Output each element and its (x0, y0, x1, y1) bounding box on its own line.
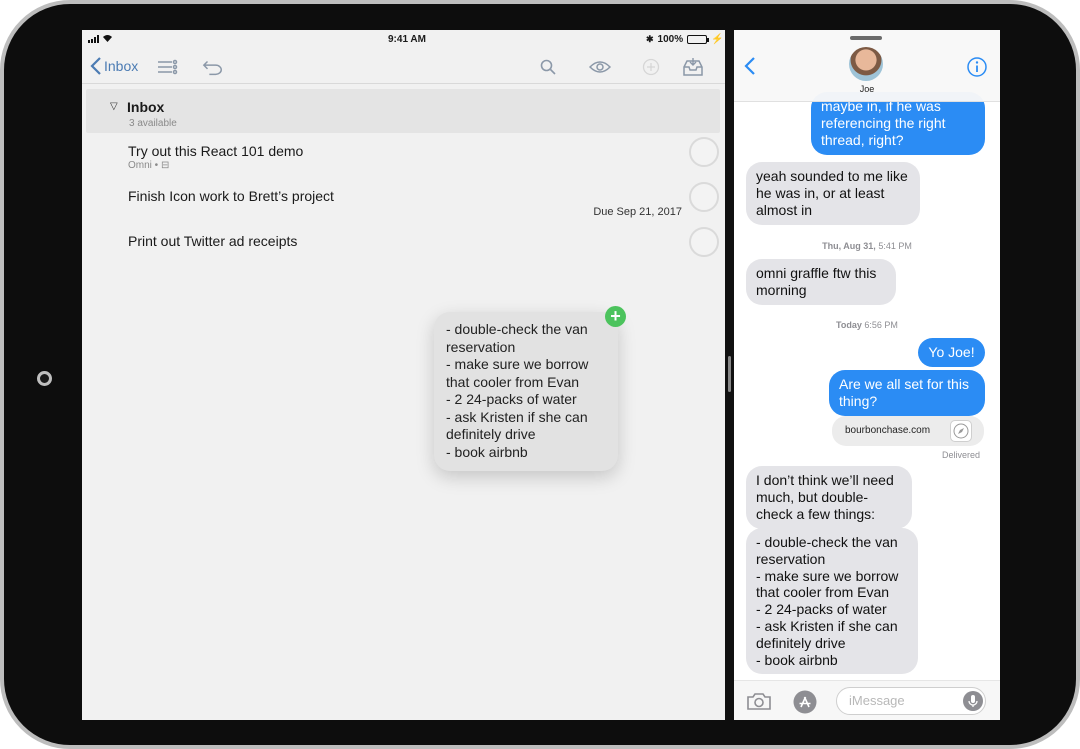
charging-icon: ⚡ (711, 34, 724, 45)
info-icon[interactable] (966, 56, 988, 83)
camera-icon[interactable] (746, 691, 772, 716)
task-row[interactable]: Print out Twitter ad receipts (82, 227, 725, 277)
chevron-left-icon (90, 57, 101, 75)
tasks-toolbar: Inbox (82, 50, 725, 84)
app-store-icon[interactable] (792, 689, 818, 720)
screen: Inbox ▽ Inbox 3 available Try out this R… (82, 30, 1000, 720)
message-thread[interactable]: maybe in, if he was referencing the righ… (734, 30, 1000, 680)
timestamp-day: Today (836, 320, 862, 330)
input-placeholder: iMessage (849, 693, 905, 708)
disclosure-triangle-icon[interactable]: ▽ (110, 101, 118, 112)
message-line: - make sure we borrow (756, 567, 899, 584)
add-circle-icon[interactable] (640, 56, 662, 78)
message-input-bar: iMessage (734, 680, 1000, 720)
delivered-status: Delivered (941, 450, 980, 460)
safari-compass-icon (950, 420, 972, 442)
drag-line: - book airbnb (446, 443, 528, 460)
task-row[interactable]: Finish Icon work to Brett’s project Due … (82, 182, 725, 232)
link-url: bourbonchase.com (845, 425, 931, 436)
message-line: that cooler from Evan (756, 584, 890, 601)
inbox-section-header[interactable]: ▽ Inbox 3 available (86, 89, 720, 133)
outgoing-message[interactable]: Yo Joe! (918, 338, 985, 367)
section-subtitle: 3 available (129, 118, 177, 129)
message-line: reservation (756, 550, 826, 567)
message-line: - book airbnb (756, 651, 838, 668)
task-checkbox[interactable] (689, 227, 719, 257)
dragged-message-preview[interactable]: - double-check the van reservation - mak… (434, 312, 618, 471)
chevron-left-icon (744, 57, 755, 75)
contact-avatar[interactable] (849, 47, 883, 81)
back-button[interactable] (744, 56, 756, 81)
list-filter-icon[interactable] (156, 56, 178, 78)
section-title: Inbox (127, 99, 165, 115)
task-title: Try out this React 101 demo (128, 143, 304, 159)
drag-line: that cooler from Evan (446, 373, 580, 390)
outgoing-message[interactable]: Are we all set for this thing? (829, 370, 985, 416)
message-timestamp: Thu, Aug 31, 5:41 PM (734, 241, 1000, 251)
incoming-message[interactable]: I don’t think we’ll need much, but doubl… (746, 466, 912, 529)
message-line: - double-check the van (756, 534, 898, 550)
drag-line: - ask Kristen if she can (446, 408, 588, 425)
drag-line: - make sure we borrow (446, 356, 589, 372)
search-icon[interactable] (537, 56, 559, 78)
tasks-pane: Inbox ▽ Inbox 3 available Try out this R… (82, 30, 725, 720)
status-signal (88, 34, 113, 43)
drag-line: - double-check the van (446, 321, 588, 337)
task-title: Finish Icon work to Brett’s project (128, 188, 334, 204)
message-line: - 2 24-packs of water (756, 601, 887, 618)
microphone-icon[interactable] (963, 691, 983, 711)
slide-over-grabber[interactable] (850, 36, 882, 40)
status-time: 9:41 AM (388, 34, 426, 45)
back-button[interactable]: Inbox (90, 56, 138, 76)
task-row[interactable]: Try out this React 101 demo Omni • ⊟ (82, 137, 725, 187)
split-view-handle[interactable] (728, 356, 731, 392)
eye-icon[interactable] (589, 56, 611, 78)
timestamp-time: 5:41 PM (878, 241, 912, 251)
front-camera (37, 371, 52, 386)
imessage-input[interactable]: iMessage (836, 687, 986, 715)
ipad-frame: Inbox ▽ Inbox 3 available Try out this R… (0, 0, 1080, 749)
incoming-message[interactable]: yeah sounded to me like he was in, or at… (746, 162, 920, 225)
task-checkbox[interactable] (689, 182, 719, 212)
incoming-message[interactable]: omni graffle ftw this morning (746, 259, 896, 305)
task-due-date: Due Sep 21, 2017 (593, 206, 682, 218)
drag-line: definitely drive (446, 426, 536, 442)
messages-pane: maybe in, if he was referencing the righ… (734, 30, 1000, 720)
message-timestamp: Today 6:56 PM (734, 320, 1000, 330)
message-line: - ask Kristen if she can (756, 617, 898, 634)
back-label: Inbox (104, 58, 139, 74)
timestamp-day: Thu, Aug 31, (822, 241, 876, 251)
wifi-icon (103, 35, 112, 42)
contact-name[interactable]: Joe (734, 84, 1000, 94)
undo-icon[interactable] (202, 56, 224, 78)
conversation-header: Joe (734, 30, 1000, 102)
timestamp-time: 6:56 PM (864, 320, 898, 330)
message-line: definitely drive (756, 634, 846, 651)
task-title: Print out Twitter ad receipts (128, 233, 298, 249)
link-preview[interactable]: bourbonchase.com (832, 416, 984, 446)
signal-bars-icon (88, 34, 99, 43)
bluetooth-icon: ✱ (646, 34, 654, 44)
task-meta: Omni • ⊟ (128, 160, 170, 171)
battery-percent: 100% (657, 34, 684, 45)
battery-icon (687, 35, 710, 44)
drag-line: - 2 24-packs of water (446, 391, 577, 407)
status-battery: ✱ 100% ⚡ (646, 34, 724, 45)
task-checkbox[interactable] (689, 137, 719, 167)
add-badge-icon: + (605, 306, 626, 327)
inbox-tray-icon[interactable] (682, 56, 704, 78)
incoming-message[interactable]: - double-check the van reservation - mak… (746, 528, 918, 675)
drag-line: reservation (446, 338, 516, 355)
